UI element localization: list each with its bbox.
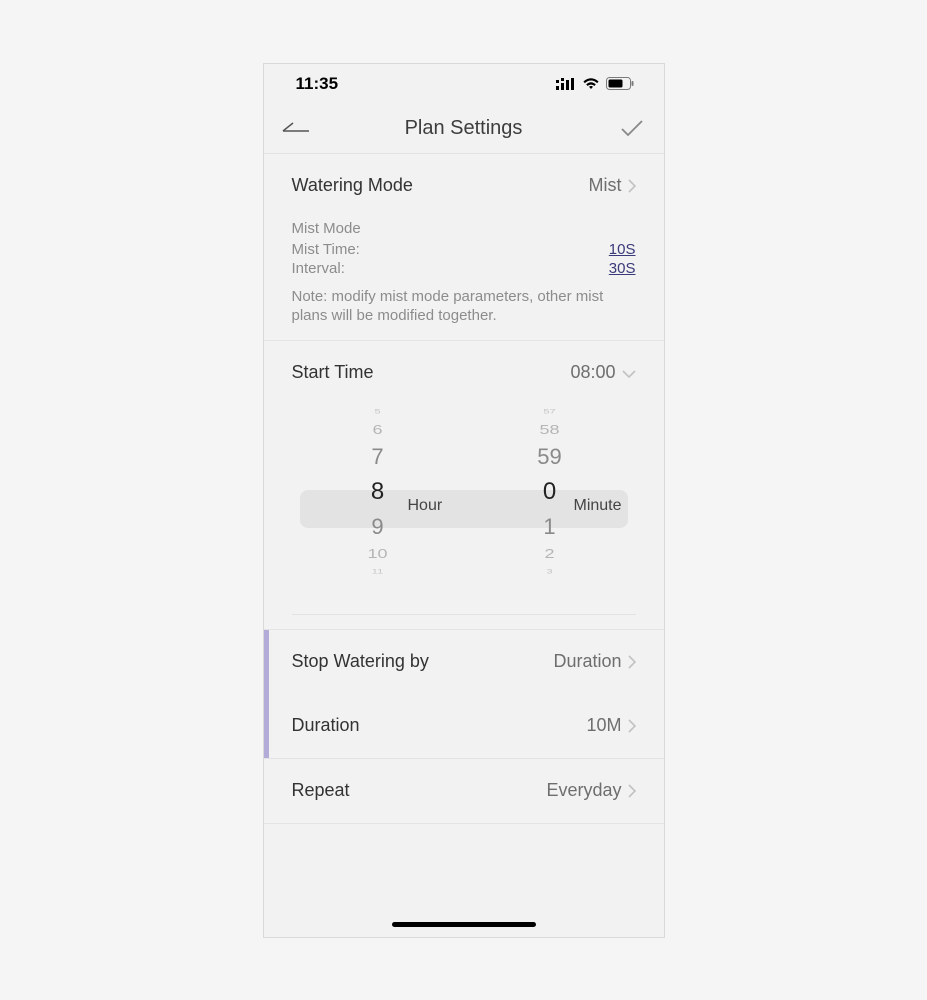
picker-minute-item: 1 (464, 511, 636, 543)
picker-hour-item: 5 (292, 408, 464, 416)
picker-hour-item: 9 (292, 511, 464, 543)
status-time: 11:35 (296, 74, 339, 94)
picker-minute-item: 59 (464, 441, 636, 473)
wifi-icon (582, 78, 600, 90)
duration-label: Duration (292, 715, 360, 736)
chevron-right-icon (628, 719, 636, 733)
time-picker[interactable]: 5 6 7 8 9 10 11 57 58 59 0 1 2 3 (292, 405, 636, 615)
chevron-right-icon (628, 179, 636, 193)
start-time-label: Start Time (292, 362, 374, 383)
mist-interval-label: Interval: (292, 260, 345, 277)
nav-bar: Plan Settings (264, 104, 664, 154)
page-title: Plan Settings (264, 117, 664, 140)
picker-hour-item: 6 (292, 422, 464, 437)
mist-mode-block: Mist Mode Mist Time: 10S Interval: 30S N… (264, 218, 664, 341)
status-icons (556, 77, 634, 90)
mist-note: Note: modify mist mode parameters, other… (292, 287, 636, 326)
chevron-down-icon (622, 369, 636, 377)
start-time-value: 08:00 (570, 362, 615, 383)
picker-hour-item: 10 (292, 546, 464, 561)
picker-minute-item: 3 (464, 568, 636, 576)
picker-hour-label: Hour (408, 497, 443, 515)
back-arrow-icon (281, 121, 311, 135)
picker-minute-label: Minute (574, 497, 622, 515)
watering-mode-label: Watering Mode (292, 175, 413, 196)
stop-section: Stop Watering by Duration Duration 10M (264, 629, 664, 759)
phone-frame: 11:35 (263, 63, 665, 938)
mist-mode-heading: Mist Mode (292, 220, 636, 237)
stop-watering-row[interactable]: Stop Watering by Duration (264, 630, 664, 694)
repeat-label: Repeat (292, 780, 350, 801)
repeat-value: Everyday (546, 780, 621, 801)
picker-hour-item: 7 (292, 441, 464, 473)
cellular-icon (556, 78, 576, 90)
check-icon (620, 119, 644, 137)
chevron-right-icon (628, 655, 636, 669)
back-button[interactable] (280, 112, 312, 144)
duration-value: 10M (586, 715, 621, 736)
mist-time-label: Mist Time: (292, 241, 360, 258)
stop-watering-value: Duration (553, 651, 621, 672)
picker-minute-item: 57 (464, 408, 636, 416)
status-bar: 11:35 (264, 64, 664, 104)
picker-hour-item: 11 (292, 568, 464, 576)
mist-interval-link[interactable]: 30S (609, 260, 636, 277)
chevron-right-icon (628, 784, 636, 798)
confirm-button[interactable] (616, 112, 648, 144)
picker-minute-item: 2 (464, 546, 636, 561)
duration-row[interactable]: Duration 10M (264, 694, 664, 758)
stop-watering-label: Stop Watering by (292, 651, 429, 672)
repeat-row[interactable]: Repeat Everyday (264, 759, 664, 823)
home-indicator[interactable] (392, 922, 536, 927)
watering-mode-row[interactable]: Watering Mode Mist (264, 154, 664, 218)
mist-time-link[interactable]: 10S (609, 241, 636, 258)
battery-icon (606, 77, 634, 90)
start-time-row[interactable]: Start Time 08:00 (264, 341, 664, 405)
picker-minute-item: 58 (464, 422, 636, 437)
watering-mode-value: Mist (589, 175, 622, 196)
